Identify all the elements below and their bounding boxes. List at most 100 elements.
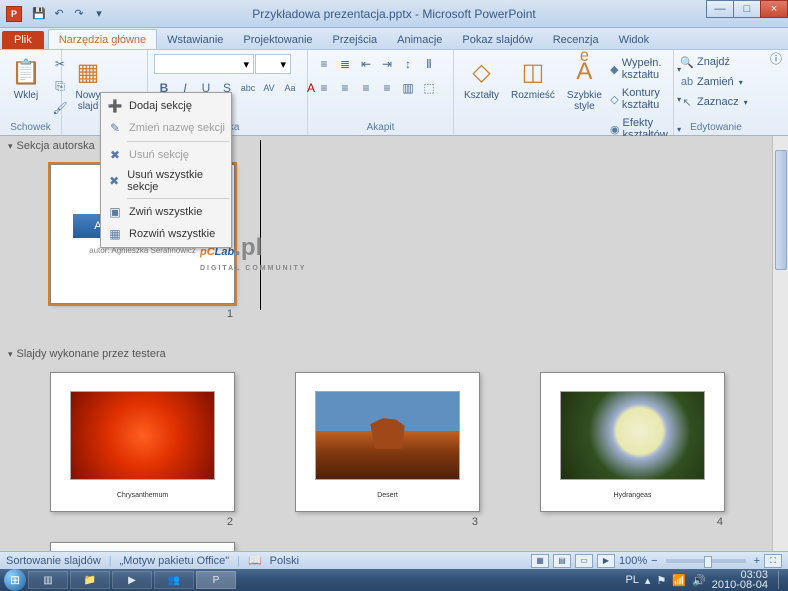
section-dropdown-menu: ➕Dodaj sekcję ✎Zmień nazwę sekcji ✖Usuń … <box>100 92 232 248</box>
effects-icon: ◉ <box>610 122 620 136</box>
tray-show-hidden-icon[interactable]: ▴ <box>645 574 651 587</box>
scrollbar-thumb[interactable] <box>775 150 787 270</box>
tab-file[interactable]: Plik <box>2 31 44 49</box>
shape-outline-button[interactable]: ◇Kontury kształtu▾ <box>610 86 681 112</box>
justify-button[interactable]: ≡ <box>377 78 397 98</box>
outline-icon: ◇ <box>610 92 619 106</box>
menu-rename-section: ✎Zmień nazwę sekcji <box>103 117 229 139</box>
align-left-button[interactable]: ≡ <box>314 78 334 98</box>
menu-collapse-all[interactable]: ▣Zwiń wszystkie <box>103 201 229 223</box>
zoom-in-button[interactable]: + <box>754 555 760 567</box>
font-family-combo[interactable]: ▾ <box>154 54 254 74</box>
redo-button[interactable]: ↷ <box>70 5 88 23</box>
ribbon-help-button[interactable]: ⓘ <box>770 50 782 67</box>
tab-animations[interactable]: Animacje <box>387 30 452 49</box>
vertical-scrollbar[interactable] <box>772 136 788 551</box>
taskbar-powerpoint[interactable]: P <box>196 571 236 589</box>
taskbar-messenger[interactable]: 👥 <box>154 571 194 589</box>
tab-review[interactable]: Recenzja <box>543 30 609 49</box>
tab-home[interactable]: Narzędzia główne <box>48 29 157 49</box>
menu-expand-all[interactable]: ▦Rozwiń wszystkie <box>103 223 229 245</box>
expand-icon: ▦ <box>107 226 123 242</box>
view-slideshow-button[interactable]: ▶ <box>597 554 615 568</box>
tab-slideshow[interactable]: Pokaz slajdów <box>452 30 542 49</box>
shapes-button[interactable]: ◇ Kształty <box>460 54 503 103</box>
line-spacing-button[interactable]: ↕ <box>398 54 418 74</box>
window-controls: — □ × <box>707 0 788 18</box>
tab-insert[interactable]: Wstawianie <box>157 30 233 49</box>
columns-button[interactable]: ▥ <box>398 78 418 98</box>
align-right-button[interactable]: ≡ <box>356 78 376 98</box>
status-language[interactable]: Polski <box>270 555 299 567</box>
app-icon: P <box>6 6 22 22</box>
show-desktop-button[interactable] <box>778 571 784 589</box>
zoom-level[interactable]: 100% <box>619 555 647 567</box>
tab-transitions[interactable]: Przejścia <box>323 30 388 49</box>
text-direction-button[interactable]: Ⅱ <box>419 54 439 74</box>
insertion-caret <box>260 140 261 310</box>
font-size-combo[interactable]: ▾ <box>255 54 291 74</box>
slide-photo <box>560 391 705 480</box>
slide-photo <box>315 391 460 480</box>
system-tray: PL ▴ ⚑ 📶 🔊 03:03 2010-08-04 <box>625 570 784 590</box>
tab-design[interactable]: Projektowanie <box>233 30 322 49</box>
shapes-icon: ◇ <box>466 56 498 88</box>
window-title: Przykładowa prezentacja.pptx - Microsoft… <box>252 7 535 21</box>
minimize-button[interactable]: — <box>706 0 734 18</box>
new-slide-label: Nowy slajd <box>75 90 100 112</box>
view-reading-button[interactable]: ▭ <box>575 554 593 568</box>
strike-button[interactable]: abc <box>238 78 258 98</box>
zoom-out-button[interactable]: − <box>651 555 657 567</box>
shape-fill-button[interactable]: ◆Wypełn. kształtu▾ <box>610 56 681 82</box>
menu-remove-all-sections[interactable]: ✖Usuń wszystkie sekcje <box>103 166 229 196</box>
menu-separator <box>127 141 229 142</box>
numbering-button[interactable]: ≣ <box>335 54 355 74</box>
find-button[interactable]: 🔍Znajdź <box>680 54 730 70</box>
quick-styles-button[interactable]: Aͤ Szybkie style <box>563 54 606 114</box>
fit-window-button[interactable]: ⛶ <box>764 554 782 568</box>
tray-language[interactable]: PL <box>625 574 638 586</box>
menu-add-section[interactable]: ➕Dodaj sekcję <box>103 95 229 117</box>
collapse-icon: ▣ <box>107 204 123 220</box>
replace-button[interactable]: abZamień▾ <box>680 74 743 90</box>
section-header-tester[interactable]: Slajdy wykonane przez testera <box>0 344 788 364</box>
tab-view[interactable]: Widok <box>609 30 660 49</box>
undo-button[interactable]: ↶ <box>50 5 68 23</box>
slide-thumbnail-3[interactable]: Desert 3 <box>295 372 480 528</box>
select-button[interactable]: ↖Zaznacz▾ <box>680 94 748 110</box>
close-button[interactable]: × <box>760 0 788 18</box>
taskbar-explorer[interactable]: ▥ <box>28 571 68 589</box>
group-label: Edytowanie <box>680 122 752 135</box>
titlebar: P 💾 ↶ ↷ ▾ Przykładowa prezentacja.pptx -… <box>0 0 788 28</box>
tray-volume-icon[interactable]: 🔊 <box>692 574 706 587</box>
taskbar-folder[interactable]: 📁 <box>70 571 110 589</box>
spacing-button[interactable]: AV <box>259 78 279 98</box>
case-button[interactable]: Aa <box>280 78 300 98</box>
start-button[interactable] <box>4 569 26 591</box>
paste-button[interactable]: 📋 Wklej <box>6 54 46 103</box>
convert-smartart-button[interactable]: ⬚ <box>419 78 439 98</box>
tray-clock[interactable]: 03:03 2010-08-04 <box>712 570 772 590</box>
zoom-slider[interactable] <box>666 559 746 563</box>
slide-thumbnail-4[interactable]: Hydrangeas 4 <box>540 372 725 528</box>
slide-thumbnail-2[interactable]: Chrysanthemum 2 <box>50 372 235 528</box>
qat-more-button[interactable]: ▾ <box>90 5 108 23</box>
tray-flag-icon[interactable]: ⚑ <box>656 574 666 587</box>
slide-thumbnail-5[interactable] <box>50 542 235 551</box>
arrange-button[interactable]: ◫ Rozmieść <box>507 54 559 103</box>
spell-check-icon[interactable]: 📖 <box>248 554 262 567</box>
align-center-button[interactable]: ≡ <box>335 78 355 98</box>
decrease-indent-button[interactable]: ⇤ <box>356 54 376 74</box>
view-normal-button[interactable]: ▦ <box>531 554 549 568</box>
increase-indent-button[interactable]: ⇥ <box>377 54 397 74</box>
group-editing: 🔍Znajdź abZamień▾ ↖Zaznacz▾ Edytowanie <box>674 50 758 135</box>
taskbar-media[interactable]: ▶ <box>112 571 152 589</box>
save-button[interactable]: 💾 <box>30 5 48 23</box>
view-sorter-button[interactable]: ▤ <box>553 554 571 568</box>
bullets-button[interactable]: ≡ <box>314 54 334 74</box>
group-drawing: ◇ Kształty ◫ Rozmieść Aͤ Szybkie style ◆… <box>454 50 674 135</box>
maximize-button[interactable]: □ <box>733 0 761 18</box>
paste-label: Wklej <box>14 90 38 101</box>
slide-number: 2 <box>227 516 235 528</box>
tray-network-icon[interactable]: 📶 <box>672 574 686 587</box>
